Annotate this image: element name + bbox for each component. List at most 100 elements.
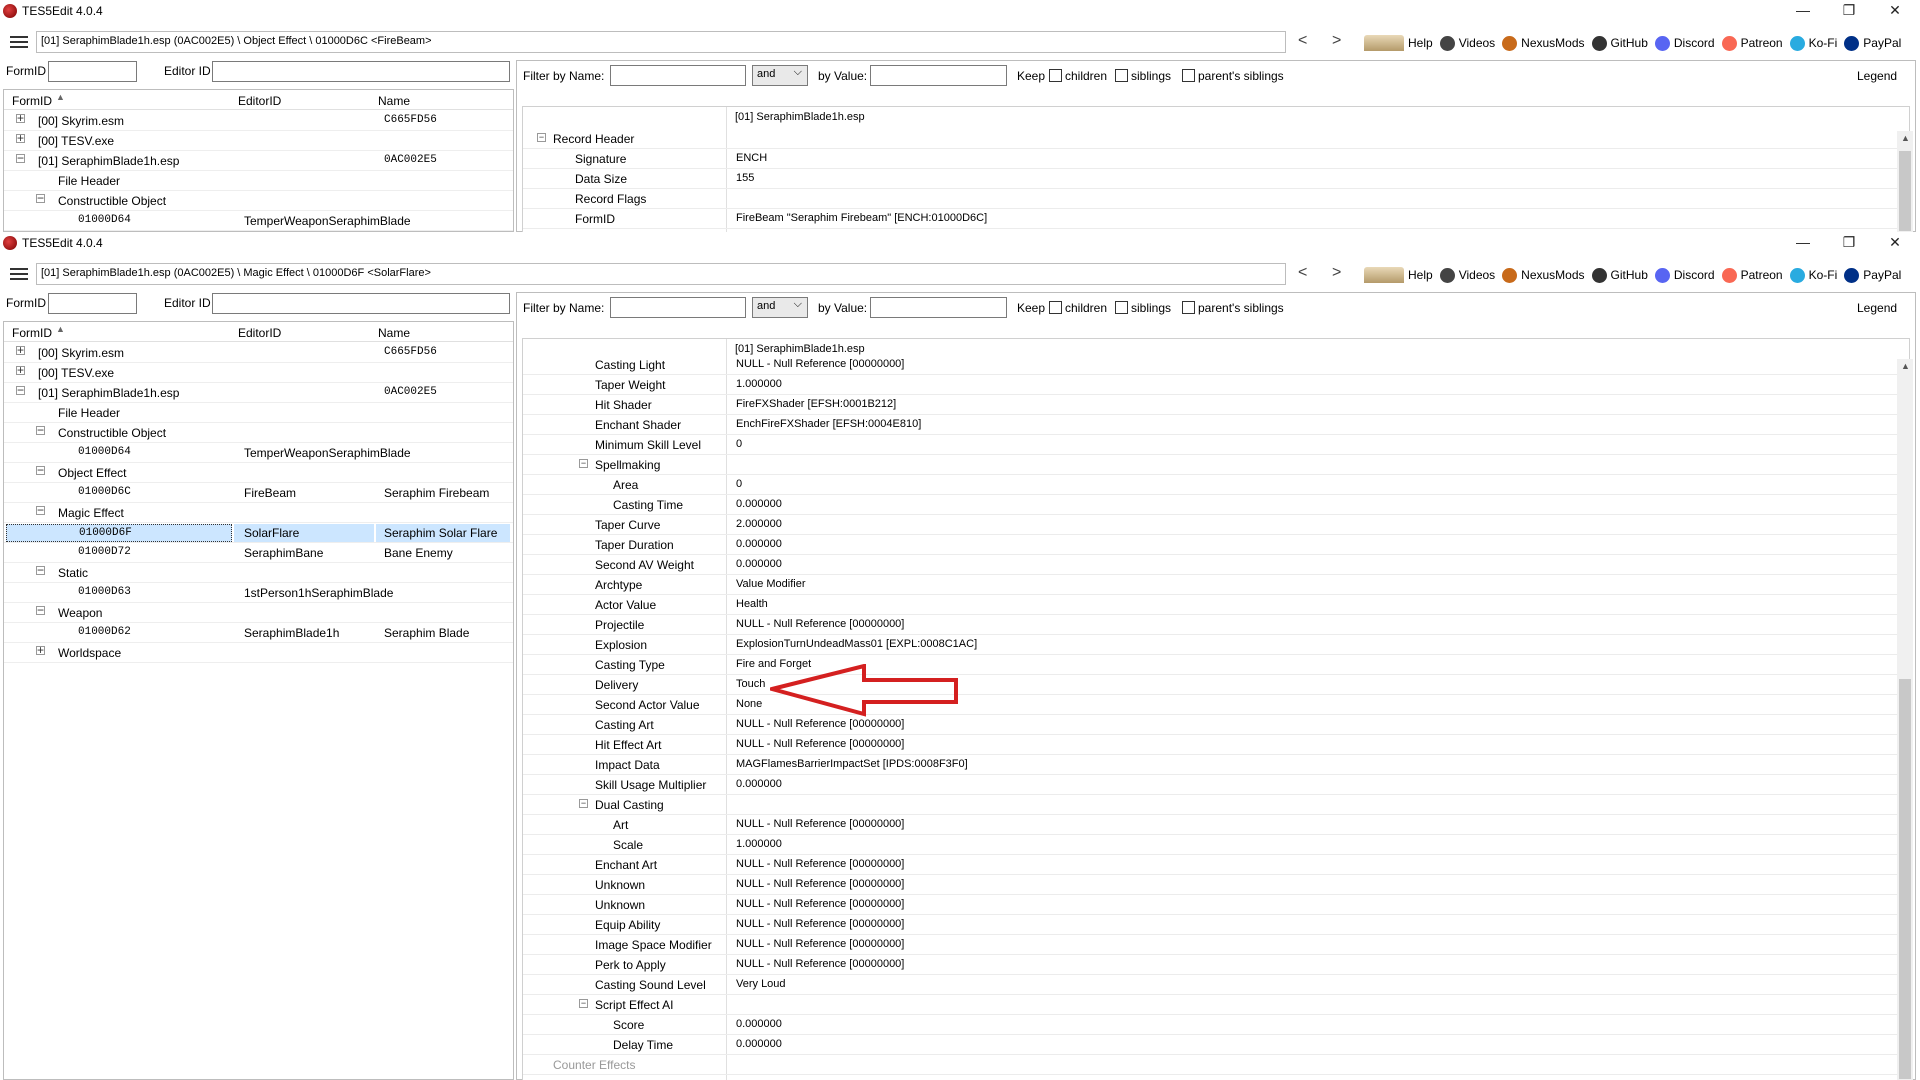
siblings-checkbox[interactable]: [1115, 69, 1128, 82]
link-github[interactable]: GitHub: [1591, 267, 1648, 283]
record-row[interactable]: Casting Sound Level Very Loud: [523, 975, 1903, 995]
link-videos[interactable]: Videos: [1439, 35, 1495, 51]
tree-row[interactable]: 01000D64 TemperWeaponSeraphimBlade: [4, 443, 513, 463]
record-row[interactable]: Minimum Skill Level 0: [523, 435, 1903, 455]
record-row[interactable]: Score 0.000000: [523, 1015, 1903, 1035]
link-paypal[interactable]: PayPal: [1844, 35, 1901, 51]
expand-toggle-icon[interactable]: −: [537, 133, 546, 142]
record-row[interactable]: Hit Effect Art NULL - Null Reference [000…: [523, 735, 1903, 755]
col-editorid[interactable]: EditorID: [238, 326, 281, 340]
children-checkbox[interactable]: [1049, 301, 1062, 314]
tree-row[interactable]: − Constructible Object: [4, 191, 513, 211]
record-row[interactable]: Area 0: [523, 475, 1903, 495]
record-row[interactable]: Enchant Art NULL - Null Reference [000000…: [523, 855, 1903, 875]
tree-row[interactable]: 01000D63 1stPerson1hSeraphimBlade: [4, 583, 513, 603]
tree-row[interactable]: + [00] Skyrim.esm C665FD56: [4, 343, 513, 363]
tree-row[interactable]: − Constructible Object: [4, 423, 513, 443]
record-row[interactable]: Explosion ExplosionTurnUndeadMass01 [EXPL…: [523, 635, 1903, 655]
link-videos[interactable]: Videos: [1439, 267, 1495, 283]
link-patreon[interactable]: Patreon: [1721, 267, 1783, 283]
tree-row[interactable]: − [01] SeraphimBlade1h.esp 0AC002E5: [4, 151, 513, 171]
record-row[interactable]: Scale 1.000000: [523, 835, 1903, 855]
tree-row[interactable]: 01000D72 SeraphimBane Bane Enemy: [4, 543, 513, 563]
record-row[interactable]: Second Actor Value None: [523, 695, 1903, 715]
filter-operator-select[interactable]: and: [752, 297, 808, 318]
legend-button[interactable]: Legend: [1857, 69, 1897, 83]
forward-button[interactable]: >: [1332, 264, 1341, 282]
record-row[interactable]: Impact Data MAGFlamesBarrierImpactSet [IP…: [523, 755, 1903, 775]
tree-row[interactable]: 01000D6F SolarFlare Seraphim Solar Flare: [4, 523, 513, 543]
minimize-button[interactable]: —: [1780, 232, 1826, 254]
filter-value-input[interactable]: [870, 297, 1007, 318]
tree-row[interactable]: + [00] TESV.exe: [4, 363, 513, 383]
record-row[interactable]: Casting Art NULL - Null Reference [000000…: [523, 715, 1903, 735]
record-row[interactable]: − Record Header: [523, 129, 1903, 149]
col-editorid[interactable]: EditorID: [238, 94, 281, 108]
parents-siblings-checkbox[interactable]: [1182, 301, 1195, 314]
record-row[interactable]: − Script Effect AI: [523, 995, 1903, 1015]
scroll-thumb[interactable]: [1899, 679, 1911, 1079]
expand-toggle-icon[interactable]: −: [36, 504, 45, 516]
expand-toggle-icon[interactable]: +: [16, 132, 25, 144]
tree-row[interactable]: + [00] TESV.exe: [4, 131, 513, 151]
filter-operator-select[interactable]: and: [752, 65, 808, 86]
record-row[interactable]: Enchant Shader EnchFireFXShader [EFSH:000…: [523, 415, 1903, 435]
link-nexusmods[interactable]: NexusMods: [1502, 35, 1585, 51]
expand-toggle-icon[interactable]: −: [579, 459, 588, 468]
vertical-scrollbar[interactable]: ▲: [1897, 131, 1913, 232]
record-row[interactable]: Taper Weight 1.000000: [523, 375, 1903, 395]
formid-input[interactable]: [48, 61, 137, 82]
link-discord[interactable]: Discord: [1654, 35, 1715, 51]
parents-siblings-checkbox[interactable]: [1182, 69, 1195, 82]
tree-row[interactable]: − Magic Effect: [4, 503, 513, 523]
expand-toggle-icon[interactable]: −: [36, 604, 45, 616]
record-row[interactable]: Delivery Touch: [523, 675, 1903, 695]
restore-button[interactable]: ❐: [1826, 0, 1872, 22]
expand-toggle-icon[interactable]: −: [36, 192, 45, 204]
expand-toggle-icon[interactable]: −: [36, 564, 45, 576]
forward-button[interactable]: >: [1332, 32, 1341, 50]
col-formid[interactable]: FormID: [12, 326, 52, 340]
restore-button[interactable]: ❐: [1826, 232, 1872, 254]
record-row[interactable]: Taper Duration 0.000000: [523, 535, 1903, 555]
col-name[interactable]: Name: [378, 94, 410, 108]
filter-value-input[interactable]: [870, 65, 1007, 86]
formid-input[interactable]: [48, 293, 137, 314]
expand-toggle-icon[interactable]: +: [16, 364, 25, 376]
back-button[interactable]: <: [1298, 32, 1307, 50]
close-button[interactable]: ✕: [1872, 0, 1918, 22]
tree-row[interactable]: − [01] SeraphimBlade1h.esp 0AC002E5: [4, 383, 513, 403]
record-row[interactable]: Skill Usage Multiplier 0.000000: [523, 775, 1903, 795]
col-name[interactable]: Name: [378, 326, 410, 340]
menu-icon[interactable]: [10, 36, 28, 48]
tree-row[interactable]: 01000D64 TemperWeaponSeraphimBlade: [4, 211, 513, 231]
path-field[interactable]: [01] SeraphimBlade1h.esp (0AC002E5) \ Ob…: [36, 31, 1286, 53]
link-patreon[interactable]: Patreon: [1721, 35, 1783, 51]
tree-row[interactable]: 01000D6C FireBeam Seraphim Firebeam: [4, 483, 513, 503]
record-row[interactable]: Signature ENCH: [523, 149, 1903, 169]
minimize-button[interactable]: —: [1780, 0, 1826, 22]
filter-name-input[interactable]: [610, 297, 746, 318]
record-row[interactable]: Data Size 155: [523, 169, 1903, 189]
record-row[interactable]: Perk to Apply NULL - Null Reference [0000…: [523, 955, 1903, 975]
record-row[interactable]: Art NULL - Null Reference [00000000]: [523, 815, 1903, 835]
record-row[interactable]: Second AV Weight 0.000000: [523, 555, 1903, 575]
link-kofi[interactable]: Ko-Fi: [1789, 35, 1837, 51]
children-checkbox[interactable]: [1049, 69, 1062, 82]
scroll-thumb[interactable]: [1899, 151, 1911, 231]
link-help[interactable]: Help: [1364, 35, 1433, 51]
expand-toggle-icon[interactable]: −: [36, 464, 45, 476]
record-row[interactable]: Hit Shader FireFXShader [EFSH:0001B212]: [523, 395, 1903, 415]
link-discord[interactable]: Discord: [1654, 267, 1715, 283]
menu-icon[interactable]: [10, 268, 28, 280]
expand-toggle-icon[interactable]: +: [16, 344, 25, 356]
vertical-scrollbar[interactable]: ▲: [1897, 359, 1913, 1080]
path-field[interactable]: [01] SeraphimBlade1h.esp (0AC002E5) \ Ma…: [36, 263, 1286, 285]
record-row[interactable]: FormID FireBeam "Seraphim Firebeam" [ENCH…: [523, 209, 1903, 229]
tree-row[interactable]: − Static: [4, 563, 513, 583]
record-row[interactable]: Archtype Value Modifier: [523, 575, 1903, 595]
record-row[interactable]: − Dual Casting: [523, 795, 1903, 815]
link-github[interactable]: GitHub: [1591, 35, 1648, 51]
tree-row[interactable]: + Worldspace: [4, 643, 513, 663]
close-button[interactable]: ✕: [1872, 232, 1918, 254]
